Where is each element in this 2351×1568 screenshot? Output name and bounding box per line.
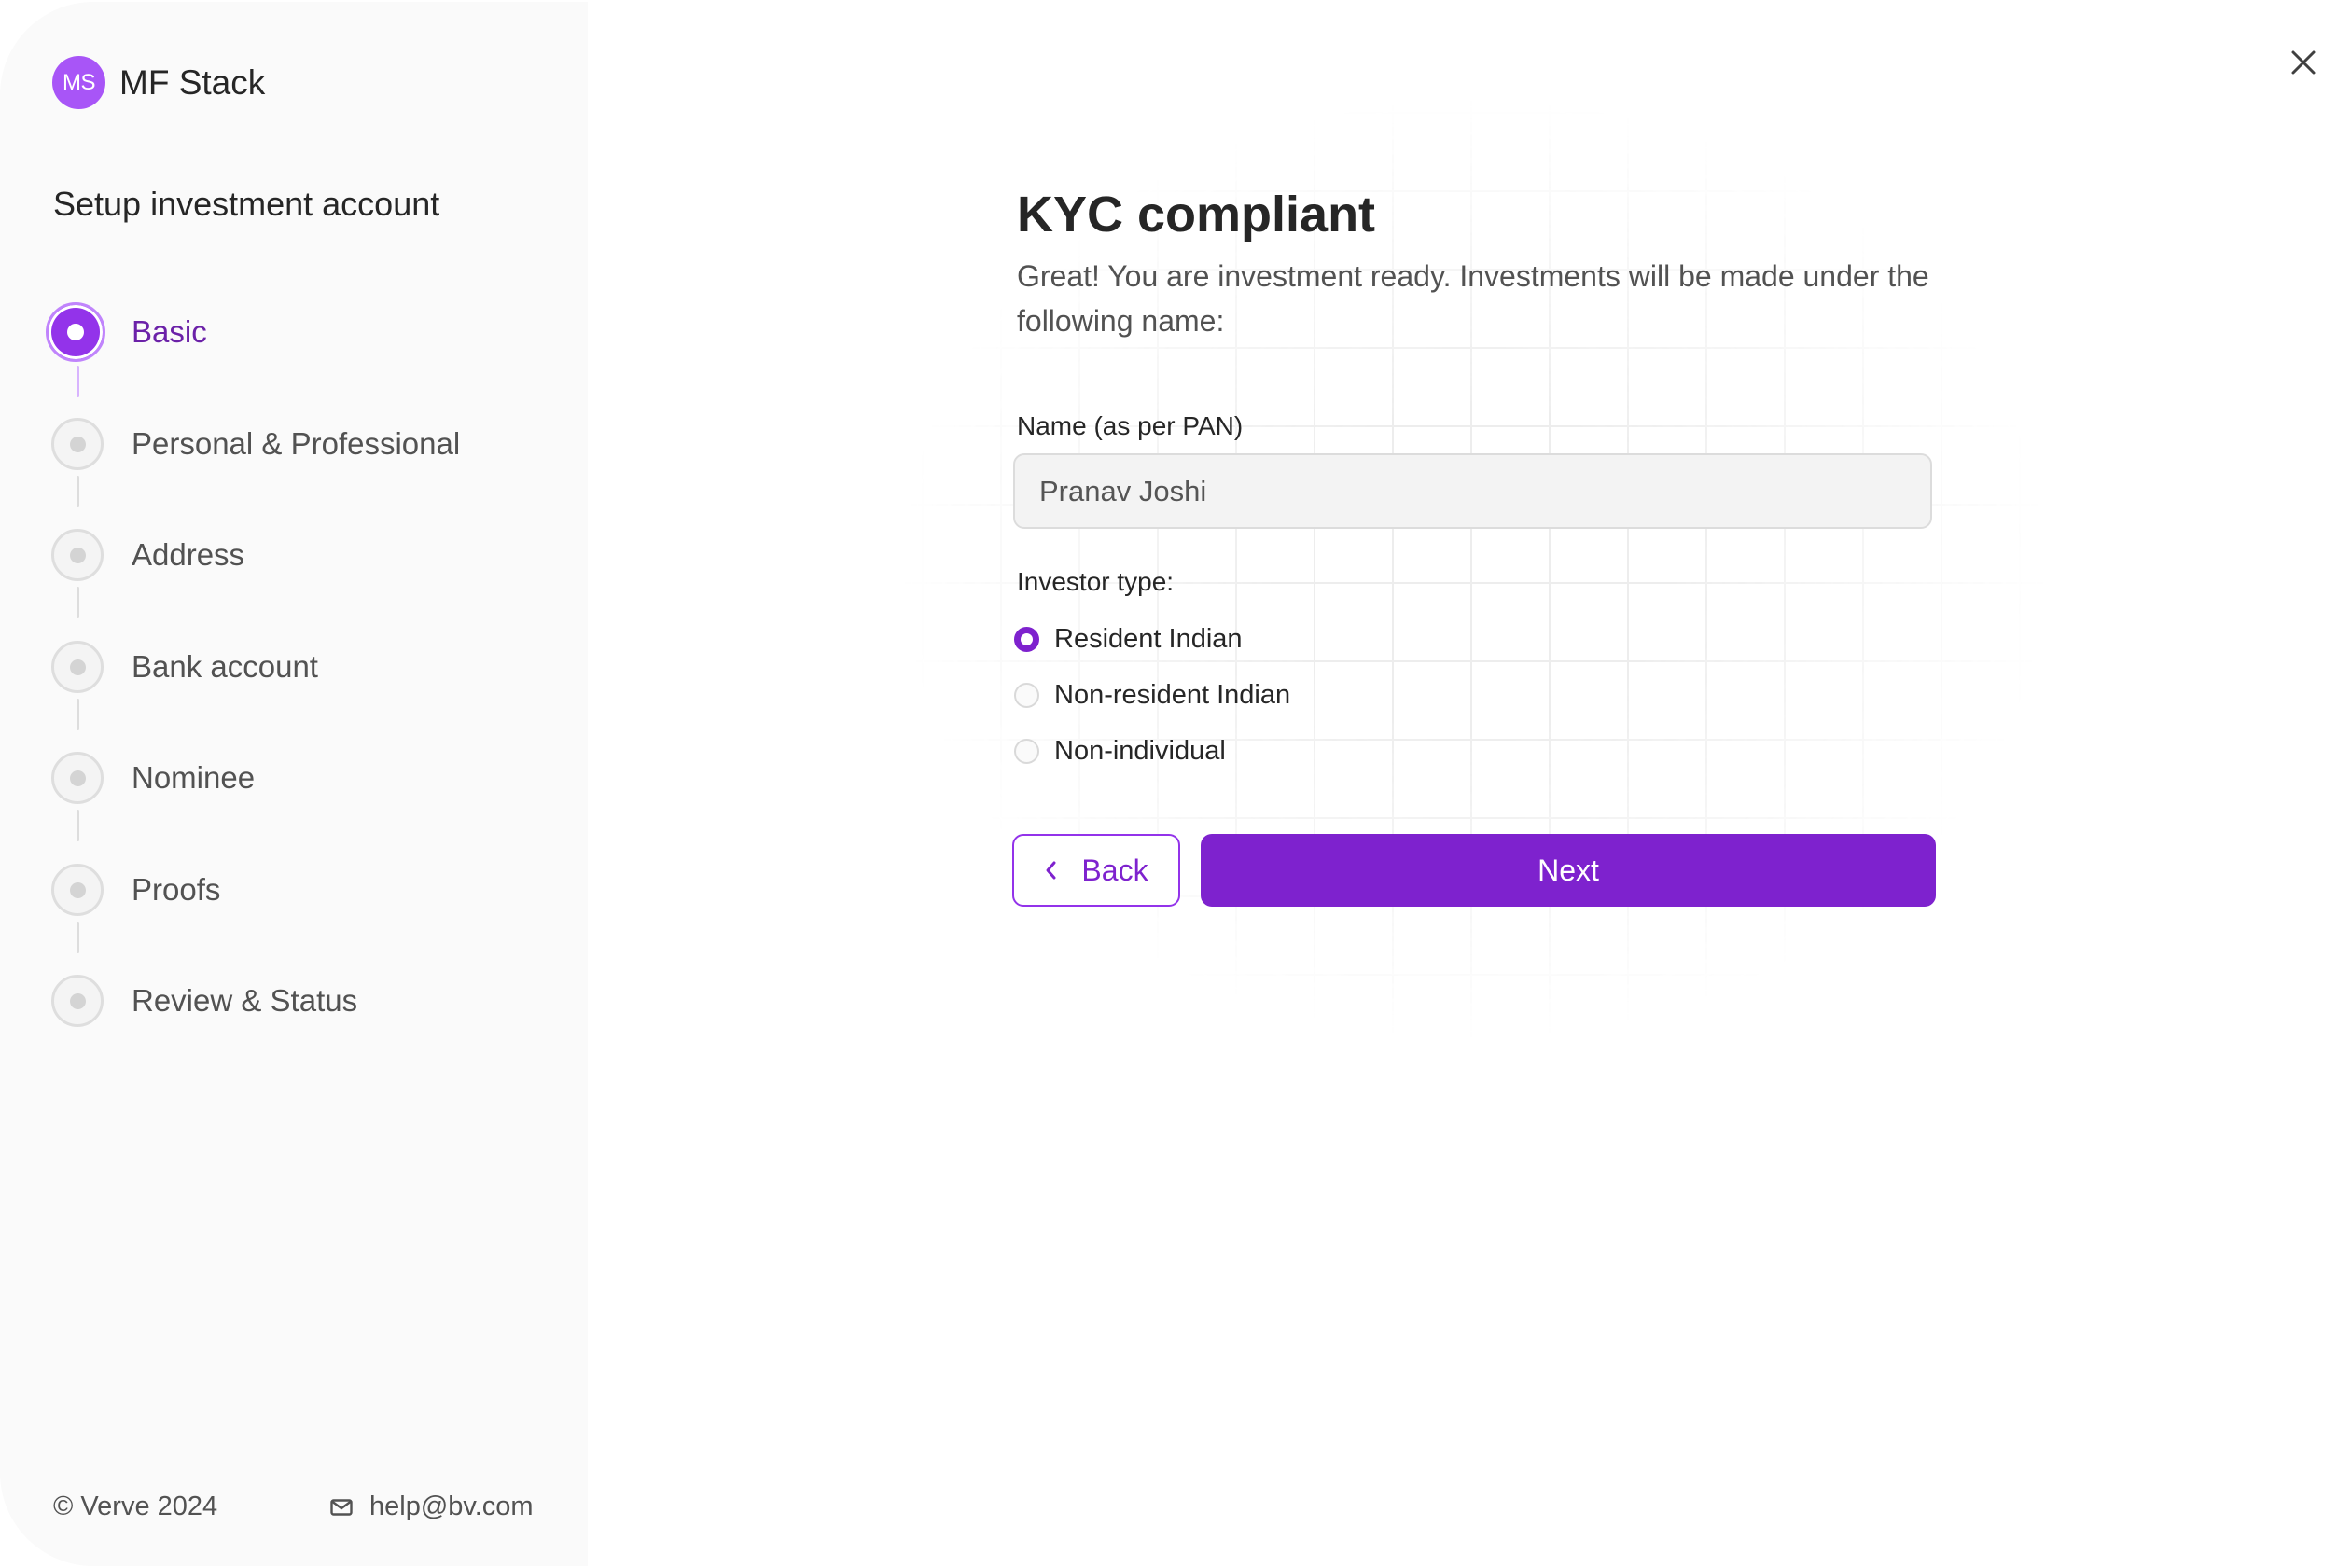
page-description: Great! You are investment ready. Investm… xyxy=(1017,259,1929,338)
radio-label: Non-resident Indian xyxy=(1054,679,1291,710)
step-label: Personal & Professional xyxy=(132,426,461,461)
step-pending-icon xyxy=(51,975,104,1027)
step-label: Review & Status xyxy=(132,983,358,1018)
help-email-link[interactable]: help@bv.com xyxy=(330,1492,534,1522)
close-button[interactable] xyxy=(2284,43,2323,82)
radio-non-resident-indian[interactable]: Non-resident Indian xyxy=(1014,676,1290,714)
radio-non-individual[interactable]: Non-individual xyxy=(1014,732,1226,770)
sidebar: MS MF Stack Setup investment account Bas… xyxy=(0,2,588,1566)
chevron-left-icon xyxy=(1046,861,1056,880)
step-active-icon xyxy=(46,302,105,362)
step-connector xyxy=(77,476,79,507)
step-connector xyxy=(77,587,79,618)
step-pending-icon xyxy=(51,752,104,804)
back-button[interactable]: Back xyxy=(1012,834,1180,907)
radio-unchecked-icon[interactable] xyxy=(1014,682,1039,708)
help-email: help@bv.com xyxy=(369,1492,534,1521)
close-icon xyxy=(2291,50,2316,75)
brand: MS MF Stack xyxy=(52,56,265,109)
step-pending-icon xyxy=(51,641,104,693)
brand-logo: MS xyxy=(52,56,105,109)
name-field-label: Name (as per PAN) xyxy=(1017,411,1244,440)
footer-copyright: © Verve 2024 xyxy=(53,1492,218,1521)
step-label: Nominee xyxy=(132,760,256,795)
step-pending-icon xyxy=(51,418,104,470)
sidebar-title: Setup investment account xyxy=(53,185,440,223)
step-proofs[interactable]: Proofs xyxy=(46,857,220,923)
step-personal-professional[interactable]: Personal & Professional xyxy=(46,411,460,477)
step-pending-icon xyxy=(51,864,104,916)
radio-label: Resident Indian xyxy=(1054,623,1243,654)
brand-name: MF Stack xyxy=(119,62,266,102)
step-label: Bank account xyxy=(132,649,318,684)
radio-label: Non-individual xyxy=(1054,735,1226,766)
step-label: Basic xyxy=(132,314,207,349)
step-nominee[interactable]: Nominee xyxy=(46,745,255,811)
next-button-label: Next xyxy=(1537,853,1599,887)
step-label: Proofs xyxy=(132,872,221,907)
radio-checked-icon[interactable] xyxy=(1014,626,1039,652)
step-connector xyxy=(77,366,79,397)
step-label: Address xyxy=(132,537,245,572)
mail-icon xyxy=(330,1498,353,1516)
step-bank-account[interactable]: Bank account xyxy=(46,634,318,700)
radio-unchecked-icon[interactable] xyxy=(1014,738,1039,764)
step-connector xyxy=(77,922,79,953)
radio-resident-indian[interactable]: Resident Indian xyxy=(1014,620,1243,658)
investor-type-label: Investor type: xyxy=(1017,567,1175,596)
page-title: KYC compliant xyxy=(1017,187,1376,243)
name-input[interactable] xyxy=(1013,453,1932,529)
step-address[interactable]: Address xyxy=(46,522,244,588)
step-pending-icon xyxy=(51,529,104,581)
back-button-label: Back xyxy=(1081,853,1148,887)
next-button[interactable]: Next xyxy=(1201,834,1936,907)
step-connector xyxy=(77,699,79,730)
step-connector xyxy=(77,810,79,841)
step-review-status[interactable]: Review & Status xyxy=(46,968,357,1034)
step-basic[interactable]: Basic xyxy=(46,299,207,365)
